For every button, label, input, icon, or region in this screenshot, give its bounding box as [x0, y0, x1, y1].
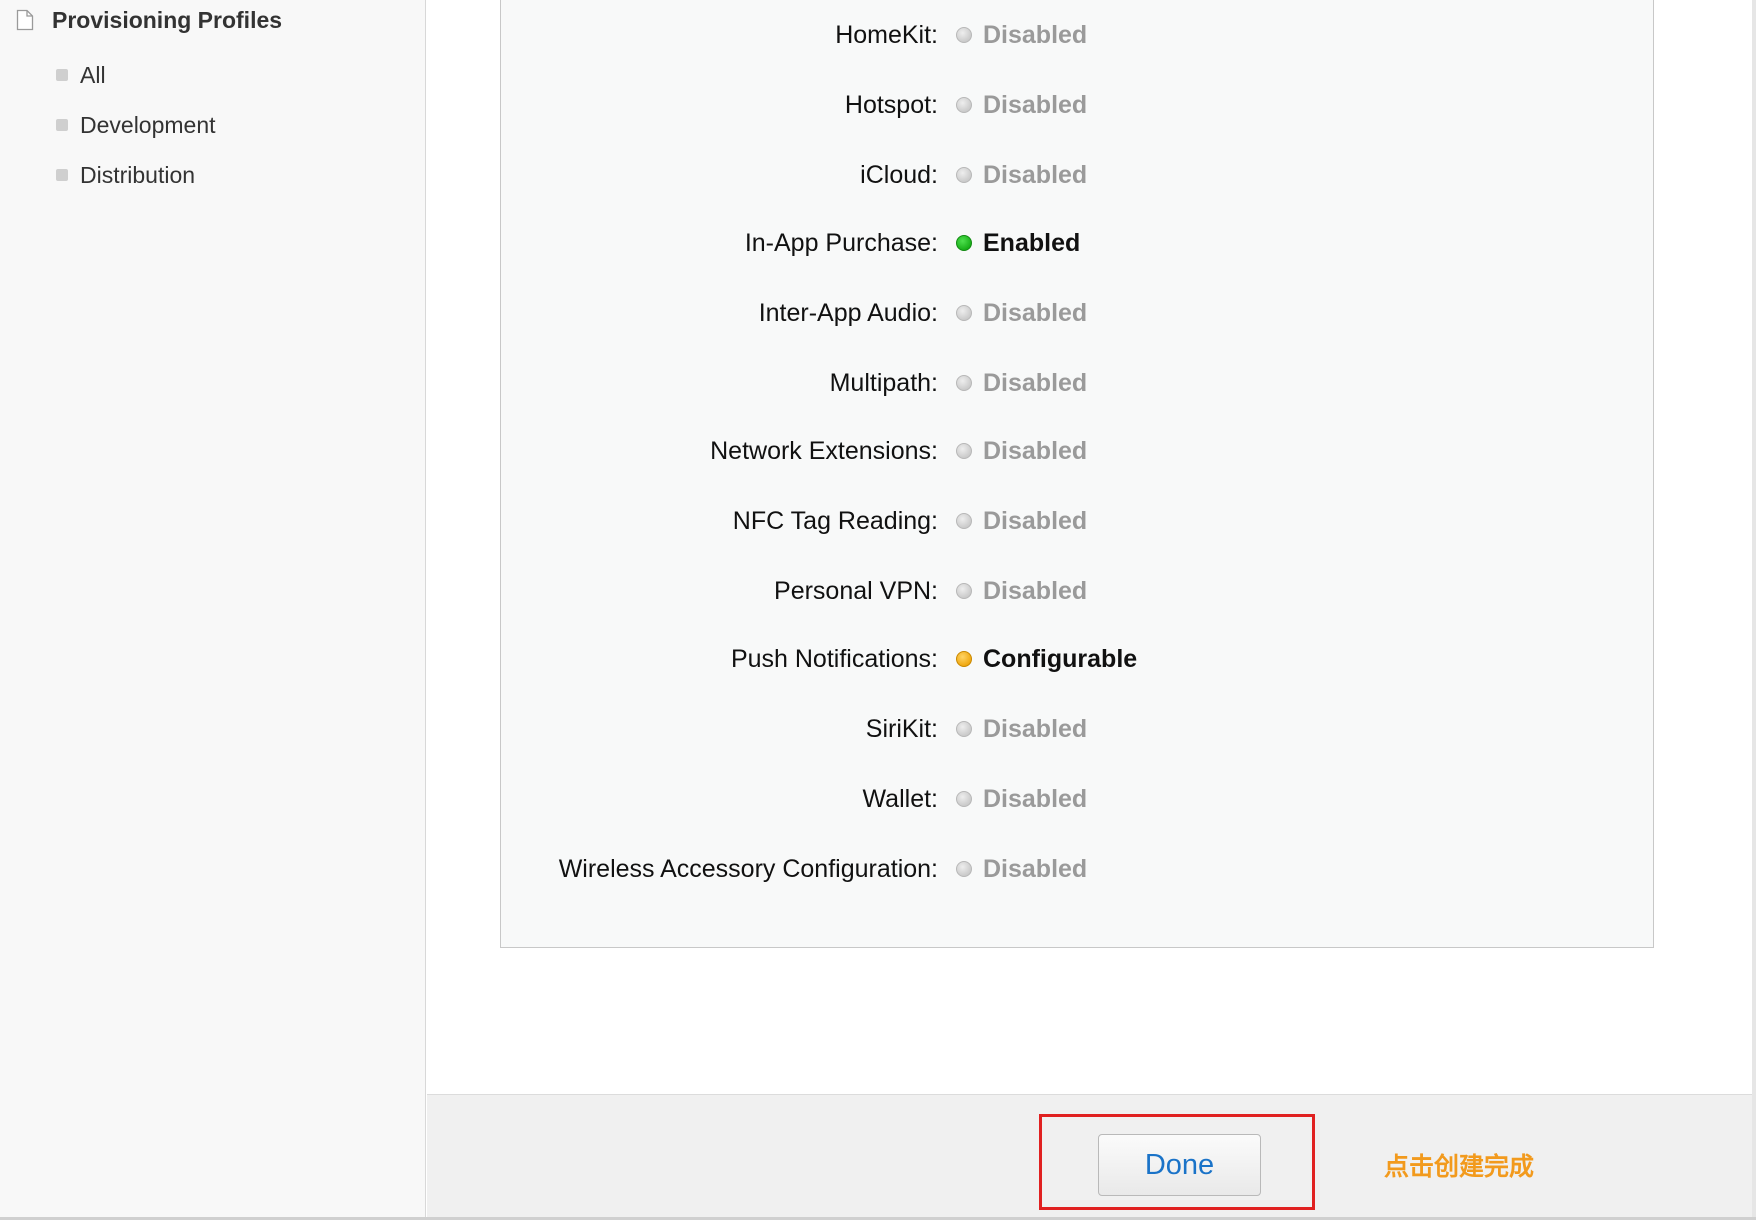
capability-status: Disabled: [983, 90, 1088, 119]
sidebar-section-provisioning-profiles[interactable]: Provisioning Profiles: [16, 6, 282, 34]
capability-label: NFC Tag Reading:: [732, 506, 938, 535]
capability-row-wireless-accessory-configuration: Wireless Accessory Configuration: Disabl…: [501, 849, 1653, 889]
capability-label: Wallet:: [862, 784, 938, 813]
status-dot-icon: [956, 375, 972, 391]
capability-row-sirikit: SiriKit: Disabled: [501, 709, 1653, 749]
sidebar-item-label: All: [80, 61, 106, 88]
capability-status: Disabled: [983, 368, 1088, 397]
capability-row-inter-app-audio: Inter-App Audio: Disabled: [501, 293, 1653, 333]
bullet-icon: [56, 119, 68, 131]
capability-row-icloud: iCloud: Disabled: [501, 155, 1653, 195]
bullet-icon: [56, 169, 68, 181]
capability-row-push-notifications: Push Notifications: Configurable: [501, 639, 1653, 679]
capability-label: Personal VPN:: [774, 576, 938, 605]
bullet-icon: [56, 69, 68, 81]
capability-label: Hotspot:: [844, 90, 938, 119]
capability-label: Push Notifications:: [730, 644, 938, 673]
sidebar-item-development[interactable]: Development: [56, 100, 216, 150]
sidebar-item-all[interactable]: All: [56, 50, 216, 100]
status-dot-icon: [956, 513, 972, 529]
status-dot-icon: [956, 721, 972, 737]
capability-label: In-App Purchase:: [744, 228, 938, 257]
capability-label: SiriKit:: [865, 714, 938, 743]
status-dot-icon: [956, 305, 972, 321]
status-dot-icon: [956, 791, 972, 807]
capability-status: Configurable: [983, 644, 1138, 673]
capability-row-nfc-tag-reading: NFC Tag Reading: Disabled: [501, 501, 1653, 541]
capability-status: Disabled: [983, 298, 1088, 327]
document-icon: [16, 9, 34, 31]
capability-status: Disabled: [983, 20, 1088, 49]
sidebar: Provisioning Profiles All Development Di…: [0, 0, 426, 1217]
capability-label: Multipath:: [829, 368, 938, 397]
capability-status: Disabled: [983, 160, 1088, 189]
status-dot-icon: [956, 235, 972, 251]
capability-label: HomeKit:: [835, 20, 938, 49]
capability-label: Wireless Accessory Configuration:: [558, 854, 938, 883]
capability-status: Disabled: [983, 506, 1088, 535]
capability-status: Disabled: [983, 854, 1088, 883]
capability-status: Disabled: [983, 576, 1088, 605]
capability-status: Disabled: [983, 436, 1088, 465]
capability-row-multipath: Multipath: Disabled: [501, 363, 1653, 403]
status-dot-icon: [956, 167, 972, 183]
capability-status: Disabled: [983, 714, 1088, 743]
capability-label: Network Extensions:: [710, 436, 938, 465]
status-dot-icon: [956, 27, 972, 43]
sidebar-item-distribution[interactable]: Distribution: [56, 150, 216, 200]
status-dot-icon: [956, 651, 972, 667]
capability-status: Disabled: [983, 784, 1088, 813]
window-edge-right: [1752, 0, 1756, 1220]
sidebar-item-label: Distribution: [80, 161, 196, 188]
done-button[interactable]: Done: [1098, 1134, 1261, 1196]
sidebar-section-title: Provisioning Profiles: [52, 6, 283, 33]
capability-row-in-app-purchase: In-App Purchase: Enabled: [501, 223, 1653, 263]
capability-row-personal-vpn: Personal VPN: Disabled: [501, 571, 1653, 611]
status-dot-icon: [956, 97, 972, 113]
sidebar-item-label: Development: [80, 111, 216, 138]
capability-row-wallet: Wallet: Disabled: [501, 779, 1653, 819]
capability-row-hotspot: Hotspot: Disabled: [501, 85, 1653, 125]
capability-label: iCloud:: [860, 160, 938, 189]
status-dot-icon: [956, 861, 972, 877]
capability-row-homekit: HomeKit: Disabled: [501, 15, 1653, 55]
footer-bar: Done 点击创建完成: [427, 1094, 1756, 1217]
capability-label: Inter-App Audio:: [758, 298, 938, 327]
sidebar-list: All Development Distribution: [56, 50, 216, 200]
capability-row-network-extensions: Network Extensions: Disabled: [501, 431, 1653, 471]
capabilities-panel: HomeKit: Disabled Hotspot: Disabled iClo…: [500, 0, 1654, 948]
status-dot-icon: [956, 443, 972, 459]
main-content: HomeKit: Disabled Hotspot: Disabled iClo…: [427, 0, 1756, 1217]
status-dot-icon: [956, 583, 972, 599]
page: Provisioning Profiles All Development Di…: [0, 0, 1756, 1220]
capability-status: Enabled: [983, 228, 1081, 257]
annotation-text: 点击创建完成: [1384, 1152, 1535, 1181]
